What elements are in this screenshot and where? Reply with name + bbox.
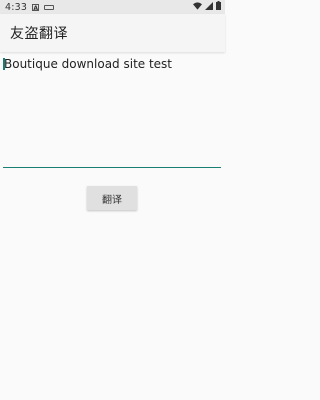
battery-icon bbox=[216, 1, 221, 13]
wifi-icon bbox=[193, 1, 202, 13]
status-right-icons bbox=[193, 1, 221, 13]
translate-input[interactable]: Boutique download site test bbox=[3, 57, 221, 168]
main-content: Boutique download site test 翻译 bbox=[0, 53, 225, 400]
app-bar: 友盗翻译 bbox=[0, 14, 225, 52]
translate-input-text: Boutique download site test bbox=[4, 57, 173, 71]
a-notification-icon: A bbox=[32, 3, 40, 12]
app-title: 友盗翻译 bbox=[10, 26, 68, 42]
keyboard-icon bbox=[44, 4, 55, 10]
status-time: 4:33 bbox=[5, 1, 28, 13]
status-bar: 4:33 A bbox=[0, 0, 225, 14]
signal-icon bbox=[205, 1, 213, 13]
translate-button[interactable]: 翻译 bbox=[87, 186, 137, 210]
